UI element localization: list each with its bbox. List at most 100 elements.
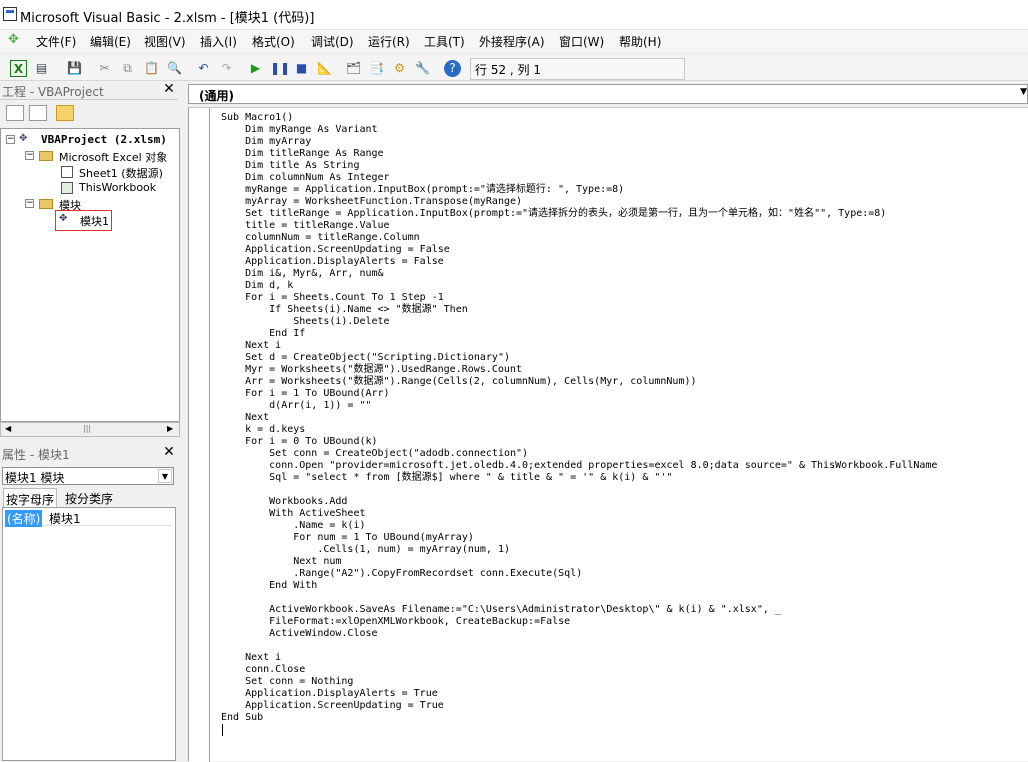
tree-vbaproject[interactable]: VBAProject (2.xlsm) (41, 133, 167, 146)
code-line[interactable]: Dim myRange As Variant (221, 124, 937, 136)
menu-view[interactable]: 视图(V) (144, 33, 186, 50)
code-line[interactable] (221, 592, 937, 604)
code-line[interactable] (221, 484, 937, 496)
collapse-icon[interactable]: − (6, 135, 15, 144)
code-line[interactable]: Dim d, k (221, 280, 937, 292)
code-line[interactable]: For i = 1 To UBound(Arr) (221, 388, 937, 400)
tab-alphabetic[interactable]: 按字母序 (3, 488, 58, 508)
menu-insert[interactable]: 插入(I) (200, 33, 237, 50)
code-line[interactable]: End With (221, 580, 937, 592)
menu-addins[interactable]: 外接程序(A) (479, 33, 545, 50)
code-line[interactable]: Application.DisplayAlerts = True (221, 688, 937, 700)
code-line[interactable]: .Cells(1, num) = myArray(num, 1) (221, 544, 937, 556)
code-line[interactable]: .Range("A2").CopyFromRecordset conn.Exec… (221, 568, 937, 580)
code-line[interactable]: Dim i&, Myr&, Arr, num& (221, 268, 937, 280)
undo-icon[interactable]: ↶ (195, 60, 212, 77)
code-line[interactable]: ActiveWindow.Close (221, 628, 937, 640)
menu-debug[interactable]: 调试(D) (311, 33, 354, 50)
break-icon[interactable]: ❚❚ (270, 60, 290, 77)
code-line[interactable]: title = titleRange.Value (221, 220, 937, 232)
help-icon[interactable]: ? (444, 60, 461, 77)
code-line[interactable]: Next i (221, 652, 937, 664)
code-line[interactable]: Sql = "select * from [数据源$] where " & ti… (221, 472, 937, 484)
scroll-left-icon[interactable]: ◀ (5, 424, 11, 433)
code-line[interactable]: myRange = Application.InputBox(prompt:="… (221, 184, 937, 196)
tree-hscrollbar[interactable]: ◀ ||| ▶ (0, 422, 180, 437)
code-line[interactable]: Next (221, 412, 937, 424)
code-line[interactable]: For i = 0 To UBound(k) (221, 436, 937, 448)
scroll-right-icon[interactable]: ▶ (167, 424, 173, 433)
code-line[interactable]: Dim myArray (221, 136, 937, 148)
menu-window[interactable]: 窗口(W) (559, 33, 604, 50)
reset-icon[interactable]: ■ (293, 60, 310, 77)
code-line[interactable]: FileFormat:=xlOpenXMLWorkbook, CreateBac… (221, 616, 937, 628)
property-value[interactable]: 模块1 (49, 510, 81, 527)
menu-run[interactable]: 运行(R) (368, 33, 410, 50)
code-line[interactable]: d(Arr(i, 1)) = "" (221, 400, 937, 412)
code-margin[interactable] (189, 108, 210, 762)
collapse-icon[interactable]: − (25, 151, 34, 160)
cut-icon[interactable]: ✂ (96, 60, 113, 77)
code-line[interactable]: Set titleRange = Application.InputBox(pr… (221, 208, 937, 220)
code-line[interactable] (221, 640, 937, 652)
code-line[interactable]: End Sub (221, 712, 937, 724)
project-explorer-icon[interactable]: 🗂 (345, 60, 362, 77)
object-browser-icon[interactable]: ⚙ (391, 60, 408, 77)
code-line[interactable]: For num = 1 To UBound(myArray) (221, 532, 937, 544)
code-line[interactable]: Application.DisplayAlerts = False (221, 256, 937, 268)
properties-window-icon[interactable]: 📑 (368, 60, 385, 77)
tree-sheet1[interactable]: Sheet1 (数据源) (79, 165, 163, 181)
close-icon[interactable]: ✕ (162, 445, 176, 460)
menu-edit[interactable]: 编辑(E) (90, 33, 131, 50)
code-line[interactable]: Sheets(i).Delete (221, 316, 937, 328)
code-line[interactable]: Dim titleRange As Range (221, 148, 937, 160)
copy-icon[interactable]: ⧉ (119, 60, 136, 77)
redo-icon[interactable]: ↷ (218, 60, 235, 77)
save-icon[interactable]: 💾 (66, 60, 83, 77)
insert-module-icon[interactable]: ▤ (33, 60, 50, 77)
menu-help[interactable]: 帮助(H) (619, 33, 661, 50)
toolbox-icon[interactable]: 🔧 (414, 60, 431, 77)
code-line[interactable]: Workbooks.Add (221, 496, 937, 508)
chevron-down-icon[interactable]: ▼ (158, 469, 172, 483)
code-line[interactable]: Sub Macro1() (221, 112, 937, 124)
view-object-icon[interactable] (29, 105, 47, 121)
code-line[interactable]: End If (221, 328, 937, 340)
excel-icon[interactable]: X (10, 60, 27, 77)
code-line[interactable]: If Sheets(i).Name <> "数据源" Then (221, 304, 937, 316)
code-line[interactable]: columnNum = titleRange.Column (221, 232, 937, 244)
code-line[interactable]: conn.Close (221, 664, 937, 676)
code-line[interactable]: Dim columnNum As Integer (221, 172, 937, 184)
menu-file[interactable]: 文件(F) (36, 33, 76, 50)
paste-icon[interactable]: 📋 (143, 60, 160, 77)
code-line[interactable]: For i = Sheets.Count To 1 Step -1 (221, 292, 937, 304)
tree-thisworkbook[interactable]: ThisWorkbook (79, 181, 156, 194)
code-line[interactable]: Set conn = CreateObject("adodb.connectio… (221, 448, 937, 460)
property-row[interactable]: (名称) 模块1 (5, 510, 173, 527)
menu-tools[interactable]: 工具(T) (424, 33, 465, 50)
code-line[interactable]: Dim title As String (221, 160, 937, 172)
code-editor[interactable]: Sub Macro1() Dim myRange As Variant Dim … (221, 112, 937, 724)
view-code-icon[interactable] (6, 105, 24, 121)
code-line[interactable]: k = d.keys (221, 424, 937, 436)
code-line[interactable]: Myr = Worksheets("数据源").UsedRange.Rows.C… (221, 364, 937, 376)
code-line[interactable]: Next num (221, 556, 937, 568)
design-mode-icon[interactable]: 📐 (316, 60, 333, 77)
code-line[interactable]: Application.ScreenUpdating = True (221, 700, 937, 712)
find-icon[interactable]: 🔍 (166, 60, 183, 77)
properties-object-select[interactable]: 模块1 模块 ▼ (2, 467, 174, 485)
pane-splitter[interactable] (180, 81, 188, 761)
code-line[interactable]: .Name = k(i) (221, 520, 937, 532)
tree-excel-objects[interactable]: Microsoft Excel 对象 (59, 149, 167, 165)
code-line[interactable]: Set conn = Nothing (221, 676, 937, 688)
toggle-folders-icon[interactable] (56, 105, 74, 121)
code-line[interactable]: Arr = Worksheets("数据源").Range(Cells(2, c… (221, 376, 937, 388)
code-line[interactable]: With ActiveSheet (221, 508, 937, 520)
object-dropdown[interactable]: (通用) ▼ (188, 84, 1028, 104)
tree-module1[interactable]: 模块1 (80, 213, 109, 229)
code-line[interactable]: Application.ScreenUpdating = False (221, 244, 937, 256)
tab-categorized[interactable]: 按分类序 (63, 488, 115, 508)
run-icon[interactable]: ▶ (247, 60, 264, 77)
code-line[interactable]: conn.Open "provider=microsoft.jet.oledb.… (221, 460, 937, 472)
scroll-thumb[interactable]: ||| (83, 424, 91, 433)
